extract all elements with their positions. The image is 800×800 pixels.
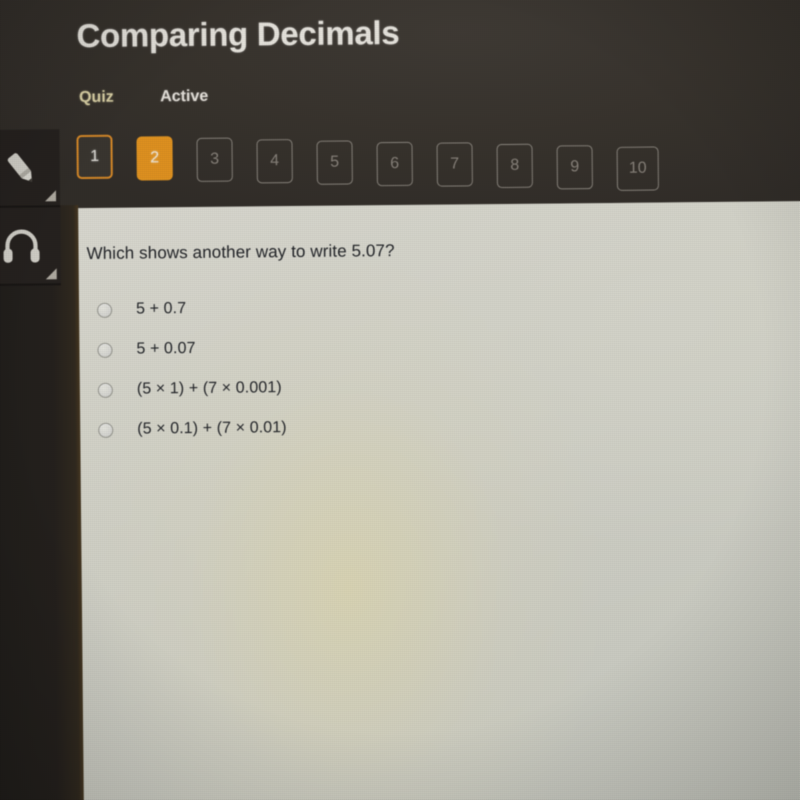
pager-button-label: 3: [210, 150, 220, 168]
resize-corner-icon: [44, 190, 57, 202]
screen-surface: Comparing Decimals Quiz Active 1 2 3 4 5…: [0, 0, 800, 800]
pager-button-7[interactable]: 7: [436, 142, 473, 187]
tool-rail: [0, 129, 61, 286]
answer-option-4[interactable]: (5 × 0.1) + (7 × 0.01): [98, 404, 698, 450]
pager-button-label: 7: [450, 155, 460, 173]
pager-button-2[interactable]: 2: [136, 136, 173, 181]
pager-button-3[interactable]: 3: [196, 137, 233, 182]
photographed-screen: Comparing Decimals Quiz Active 1 2 3 4 5…: [0, 0, 800, 800]
headphones-icon: [0, 225, 44, 265]
pager-button-label: 8: [510, 156, 520, 174]
answer-option-label: (5 × 0.1) + (7 × 0.01): [137, 419, 287, 438]
radio-button-icon[interactable]: [97, 382, 113, 398]
pager-button-9[interactable]: 9: [556, 145, 593, 190]
answer-option-3[interactable]: (5 × 1) + (7 × 0.001): [97, 364, 698, 410]
pager-button-label: 1: [90, 147, 100, 165]
pager-button-label: 5: [330, 153, 340, 171]
answer-option-label: (5 × 1) + (7 × 0.001): [136, 379, 282, 398]
radio-button-icon[interactable]: [97, 342, 113, 358]
question-pager[interactable]: 1 2 3 4 5 6 7 8 9 10: [76, 130, 659, 197]
left-dark-strip: [0, 205, 85, 800]
pager-button-1[interactable]: 1: [76, 134, 113, 180]
answer-option-2[interactable]: 5 + 0.07: [97, 324, 697, 370]
status-badge: Active: [160, 87, 209, 106]
question-panel: Which shows another way to write 5.07? 5…: [78, 200, 800, 800]
pencil-icon: [0, 145, 43, 189]
pager-button-5[interactable]: 5: [316, 140, 353, 185]
pager-button-label: 6: [390, 154, 400, 173]
pager-button-4[interactable]: 4: [256, 139, 293, 184]
tool-pencil-button[interactable]: [0, 129, 61, 209]
resize-corner-icon: [45, 268, 57, 280]
quiz-meta-row: Quiz Active: [79, 88, 208, 107]
radio-button-icon[interactable]: [98, 422, 114, 438]
answer-options-group[interactable]: 5 + 0.7 5 + 0.07 (5 × 1) + (7 × 0.001) (…: [97, 284, 699, 450]
answer-option-label: 5 + 0.7: [136, 300, 187, 318]
quiz-type-label: Quiz: [78, 88, 114, 107]
pager-button-label: 9: [570, 158, 580, 176]
answer-option-1[interactable]: 5 + 0.7: [97, 284, 697, 330]
pager-button-label: 2: [150, 149, 160, 167]
pager-button-8[interactable]: 8: [496, 143, 533, 189]
quiz-header: Comparing Decimals Quiz Active 1 2 3 4 5…: [0, 0, 800, 227]
question-text: Which shows another way to write 5.07?: [86, 241, 395, 264]
radio-button-icon[interactable]: [97, 302, 113, 318]
tool-audio-button[interactable]: [0, 207, 61, 286]
pager-button-label: 4: [270, 152, 280, 170]
pager-button-10[interactable]: 10: [616, 146, 659, 191]
answer-option-label: 5 + 0.07: [136, 339, 196, 358]
pager-button-label: 10: [628, 159, 647, 177]
page-title: Comparing Decimals: [76, 13, 400, 55]
pager-button-6[interactable]: 6: [376, 141, 413, 187]
